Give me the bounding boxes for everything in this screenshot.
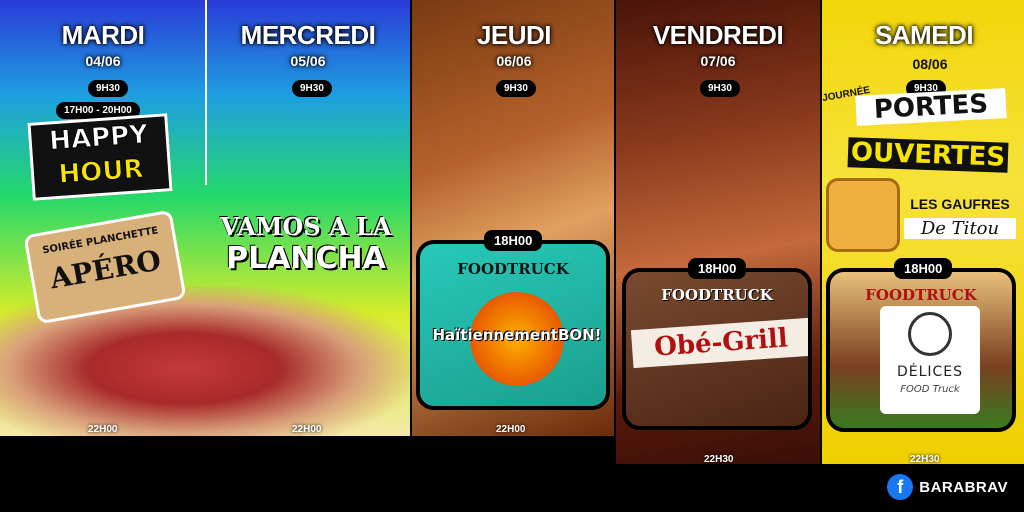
day-date: 08/06	[912, 56, 948, 72]
day-date-samedi: 08/06	[900, 54, 960, 72]
foodtruck-card-vendredi: FOODTRUCK Obé-Grill	[622, 268, 812, 430]
event-time-pill: 18H00	[484, 230, 543, 251]
day-date: 05/06	[290, 53, 326, 69]
day-header-jeudi: JEUDI 06/06	[452, 20, 576, 69]
end-time: 22H30	[704, 454, 734, 465]
start-time-pill: 9H30	[700, 80, 740, 97]
vamos-text: VAMOS A LA	[220, 212, 392, 241]
end-time: 22H00	[496, 424, 526, 435]
foodtruck-label: FOODTRUCK	[865, 286, 977, 304]
foodtruck-subname: FOOD Truck	[900, 384, 960, 395]
start-time-pill: 9H30	[496, 80, 536, 97]
waffle-mascot-icon	[826, 178, 900, 252]
foodtruck-card-samedi: FOODTRUCK DÉLICES FOOD Truck	[826, 268, 1016, 432]
brand-name[interactable]: BARABRAV	[919, 479, 1008, 496]
day-date: 04/06	[85, 53, 121, 69]
plancha-text: PLANCHA	[226, 241, 386, 276]
ouvertes-label: OUVERTES	[847, 137, 1009, 173]
day-name: MARDI	[61, 20, 145, 50]
day-name: SAMEDI	[874, 20, 974, 50]
weekly-program-banner: MARDI 04/06 9H30 17H00 - 20H00 HAPPY HOU…	[0, 0, 1024, 512]
day-date: 07/06	[700, 53, 736, 69]
foodtruck-label: FOODTRUCK	[661, 286, 773, 304]
day-header-mercredi: MERCREDI 05/06	[226, 20, 390, 69]
day-name: MERCREDI	[240, 20, 376, 50]
foodtruck-label: FOODTRUCK	[457, 260, 569, 278]
day-header-samedi: SAMEDI	[862, 20, 986, 51]
delices-logo: DÉLICES FOOD Truck	[880, 306, 980, 414]
foodtruck-name: HaïtiennementBON!	[432, 326, 602, 344]
divider	[205, 0, 207, 185]
food-truck-icon	[908, 312, 952, 356]
event-time-pill: 18H00	[894, 258, 953, 279]
day-name: JEUDI	[476, 20, 552, 50]
event-time-pill: 18H00	[688, 258, 747, 279]
start-time-pill: 9H30	[292, 80, 332, 97]
day-header-mardi: MARDI 04/06	[40, 20, 166, 69]
end-time: 22H00	[88, 424, 118, 435]
end-time: 22H30	[910, 454, 940, 465]
day-date: 06/06	[496, 53, 532, 69]
end-time: 22H00	[292, 424, 322, 435]
titou-label: De Titou	[904, 218, 1016, 239]
day-header-vendredi: VENDREDI 07/06	[636, 20, 800, 69]
gaufres-label: LES GAUFRES	[910, 196, 1010, 212]
footer-brand[interactable]: f BARABRAV	[887, 474, 1008, 500]
facebook-icon[interactable]: f	[887, 474, 914, 500]
foodtruck-card-jeudi: FOODTRUCK HaïtiennementBON!	[416, 240, 610, 410]
day-name: VENDREDI	[652, 20, 784, 50]
start-time-pill: 9H30	[88, 80, 128, 97]
vamos-plancha-logo: VAMOS A LA PLANCHA	[206, 212, 406, 276]
foodtruck-name: DÉLICES	[896, 364, 964, 380]
foodtruck-name: Obé-Grill	[630, 317, 808, 369]
happy-hour-logo: HAPPY HOUR	[27, 113, 173, 201]
